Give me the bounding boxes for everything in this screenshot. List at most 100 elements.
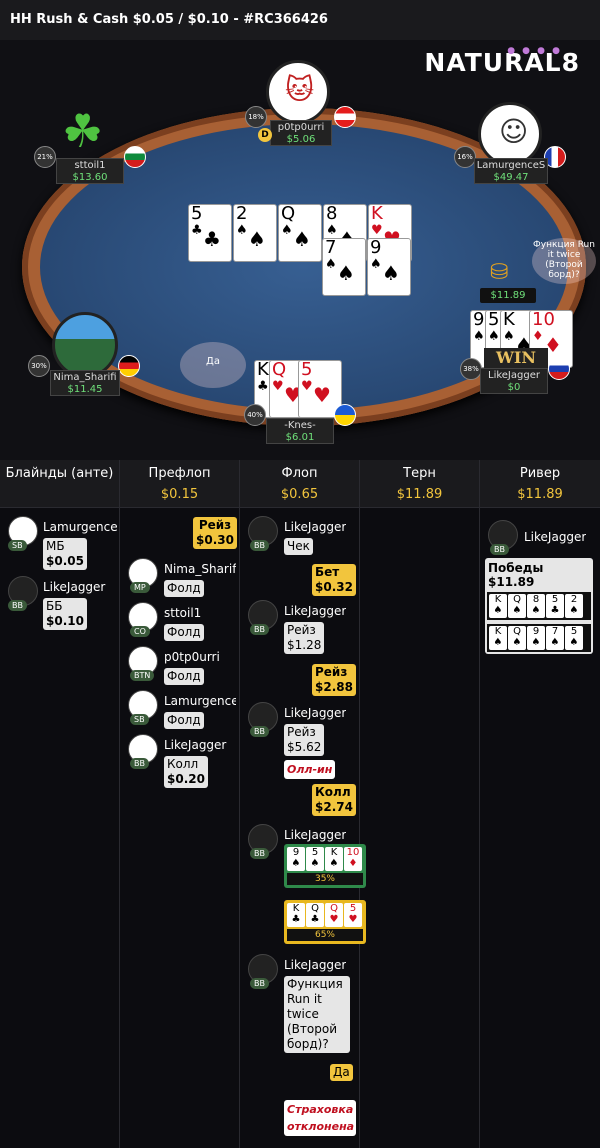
equity-chip: 40%	[244, 404, 266, 426]
action-raise: Рейз $2.88	[312, 664, 356, 696]
seat-plate-bottom: -Knes- $6.01	[266, 418, 334, 444]
player-name: Lamurgence	[43, 520, 117, 534]
action-yes: Да	[330, 1064, 353, 1081]
position-badge: BB	[250, 978, 269, 989]
position-badge: BB	[130, 758, 149, 769]
position-badge: CO	[130, 626, 150, 637]
action-blind: МБ $0.05	[43, 538, 87, 570]
mini-card: K ♠	[325, 847, 343, 871]
flag-icon	[334, 106, 356, 128]
position-badge: BB	[250, 540, 269, 551]
avatar-man: ☺	[478, 102, 542, 166]
clover-icon: ☘	[62, 104, 104, 158]
chip-stack-icon: ⛁	[490, 260, 509, 285]
mini-card: 7 ♠	[546, 626, 564, 650]
position-badge: SB	[8, 540, 27, 551]
flag-icon	[124, 146, 146, 168]
player-name: LikeJagger	[284, 958, 347, 972]
win-amount: Победы $11.89	[488, 561, 544, 589]
flag-icon	[118, 355, 140, 377]
playing-card: 2 ♠ ♠	[233, 204, 277, 262]
player-name: LikeJagger	[164, 738, 227, 752]
mini-card: 8 ♠	[527, 594, 545, 618]
seat-plate-top: p0tp0urri $5.06	[270, 120, 332, 146]
equity-chip: 16%	[454, 146, 476, 168]
seat-plate-right: LamurgenceS $49.47	[474, 158, 548, 184]
allin-label: Олл-ин	[284, 760, 336, 779]
mini-card: 2 ♠	[565, 594, 583, 618]
mini-card: Q ♥	[325, 903, 343, 927]
position-badge: BB	[490, 544, 509, 555]
avatar-cat: 🐱	[266, 60, 330, 124]
mini-card: K ♣	[287, 903, 305, 927]
pot-amount: $11.89	[480, 288, 536, 303]
playing-card: 7 ♠ ♠	[322, 238, 366, 296]
equity-box-2: K ♣ Q ♣ Q ♥ 5 ♥ 65%	[284, 900, 366, 944]
action-fold: Фолд	[164, 712, 204, 729]
column-title: Блайнды (анте)	[5, 466, 114, 481]
hand-history: Блайнды (анте) Префлоп $0.15 Флоп $0.65 Те…	[0, 460, 600, 1148]
player-name: sttoil1	[164, 606, 202, 620]
mini-card: 5 ♣	[546, 594, 564, 618]
player-name: p0tp0urri	[164, 650, 220, 664]
action-bet: Бет $0.32	[312, 564, 356, 596]
action-check: Чек	[284, 538, 313, 555]
equity-box-1: 9 ♠ 5 ♠ K ♠ 10 ♦ 35%	[284, 844, 366, 888]
equity-chip: 30%	[28, 355, 50, 377]
dealer-button: D	[258, 128, 272, 142]
equity-chip: 21%	[34, 146, 56, 168]
mini-card: 10 ♦	[344, 847, 362, 871]
mini-card: K ♠	[489, 594, 507, 618]
equity-chip: 38%	[460, 358, 482, 380]
action-call: Колл $0.20	[164, 756, 208, 788]
equity-percent: 65%	[287, 929, 363, 941]
flag-icon	[334, 404, 356, 426]
action-raise: Рейз $0.30	[193, 517, 237, 549]
mini-card: 5 ♠	[565, 626, 583, 650]
player-name: LikeJagger	[284, 706, 347, 720]
player-name: LikeJagger	[284, 604, 347, 618]
position-badge: BB	[250, 624, 269, 635]
flag-icon	[548, 358, 570, 380]
player-name: LikeJagger	[284, 520, 347, 534]
yes-bubble: Да	[180, 342, 246, 388]
playing-card: 9♠♠	[367, 238, 411, 296]
mini-card: Q ♠	[508, 594, 526, 618]
seat-plate-right-bottom: LikeJagger $0	[480, 368, 548, 394]
position-badge: BB	[8, 600, 27, 611]
window-title: HH Rush & Cash $0.05 / $0.10 - #RC366426	[0, 0, 600, 40]
equity-chip: 18%	[245, 106, 267, 128]
win-box: Победы $11.89 K ♠ Q ♠ 8 ♠ 5 ♣ 2 ♠ K ♠ Q ♠ 9 ♠ 7 ♠ 5 ♠	[485, 558, 593, 654]
win-badge: WIN	[484, 348, 548, 368]
winning-hand-1: K ♠ Q ♠ 8 ♠ 5 ♣ 2 ♠	[487, 592, 591, 620]
player-name: Lamurgence	[164, 694, 236, 708]
avatar-photo	[52, 312, 118, 378]
mini-card: Q ♣	[306, 903, 324, 927]
player-name: Nima_Sharifi	[164, 562, 236, 576]
winning-hand-2: K ♠ Q ♠ 9 ♠ 7 ♠ 5 ♠	[487, 624, 591, 652]
player-name: LikeJagger	[284, 828, 347, 842]
rit-bubble: Функция Run it twice (Второй борд)?	[532, 238, 596, 284]
action-call: Колл $2.74	[312, 784, 356, 816]
action-raise: Рейз $5.62	[284, 724, 325, 756]
rit-question: Функция Run it twice (Второй борд)?	[284, 976, 350, 1053]
position-badge: BB	[250, 726, 269, 737]
equity-percent: 35%	[287, 873, 363, 885]
position-badge: BB	[250, 848, 269, 859]
insurance-declined: Страховка отклонена	[284, 1100, 356, 1136]
action-fold: Фолд	[164, 624, 204, 641]
position-badge: BTN	[130, 670, 155, 681]
seat-plate-left: sttoil1 $13.60	[56, 158, 124, 184]
position-badge: MP	[130, 582, 150, 593]
mini-card: K ♠	[489, 626, 507, 650]
action-fold: Фолд	[164, 668, 204, 685]
position-badge: SB	[130, 714, 149, 725]
player-name: LikeJagger	[43, 580, 106, 594]
mini-card: Q ♠	[508, 626, 526, 650]
playing-card: Q ♠ ♠	[278, 204, 322, 262]
seat-plate-left-bottom: Nima_Sharifi $11.45	[50, 370, 120, 396]
action-fold: Фолд	[164, 580, 204, 597]
action-blind: ББ $0.10	[43, 598, 87, 630]
natural8-logo: NATURAL8 ● ● ● ●	[424, 46, 580, 77]
action-raise: Рейз $1.28	[284, 622, 325, 654]
